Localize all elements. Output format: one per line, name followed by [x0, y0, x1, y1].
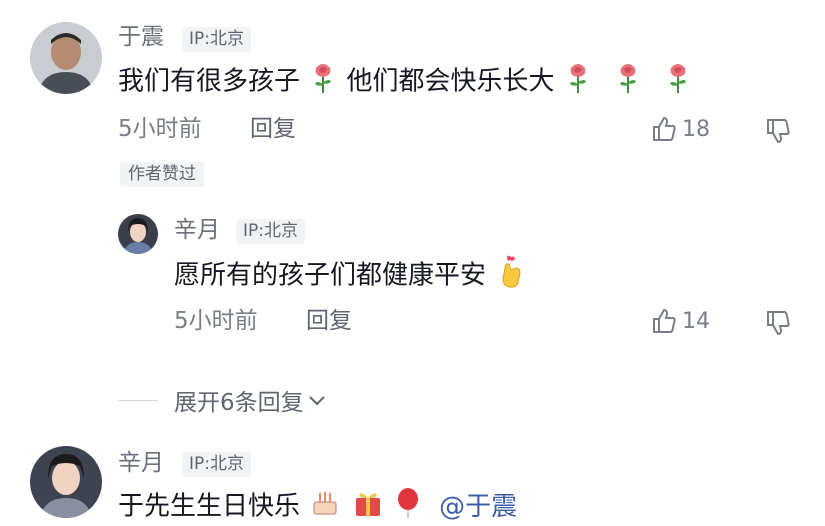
reply-text: 愿所有的孩子们都健康平安 — [174, 254, 528, 298]
reply-button[interactable]: 回复 — [250, 118, 296, 141]
divider-line — [118, 399, 158, 401]
ip-location-badge: IP:北京 — [182, 452, 251, 477]
ip-location-badge: IP:北京 — [236, 219, 305, 244]
reply-button[interactable]: 回复 — [306, 310, 352, 333]
like-button[interactable]: 18 — [650, 115, 710, 143]
thumbs-down-icon — [767, 311, 790, 336]
expand-replies-button[interactable]: 展开6条回复 — [118, 383, 328, 417]
comment-author-name[interactable]: 辛月 — [118, 452, 164, 475]
thumbs-up-icon — [653, 116, 676, 141]
reply-author-name[interactable]: 辛月 — [174, 219, 220, 242]
thumbs-up-icon — [653, 308, 676, 333]
rose-icon — [310, 62, 336, 102]
like-count: 18 — [682, 116, 710, 142]
author-liked-tag: 作者赞过 — [120, 162, 204, 187]
finger-heart-icon — [496, 254, 526, 298]
comment-text-part: 他们都会快乐长大 — [346, 66, 555, 97]
dislike-button[interactable] — [764, 117, 792, 149]
avatar-yu-zhen[interactable] — [30, 22, 102, 94]
comment-timestamp: 5小时前 — [118, 116, 202, 142]
dislike-button[interactable] — [764, 309, 792, 341]
comment-author-name[interactable]: 于震 — [118, 26, 164, 49]
avatar-xin-yue[interactable] — [30, 446, 102, 518]
balloon-icon — [395, 488, 421, 526]
avatar-xin-yue[interactable] — [118, 214, 158, 254]
rose-icon — [665, 62, 691, 102]
chevron-down-icon — [308, 396, 325, 406]
comment-text: 我们有很多孩子 他们都会快乐长大 — [118, 62, 693, 102]
reply-text-part: 愿所有的孩子们都健康平安 — [174, 260, 487, 291]
rose-icon — [615, 62, 641, 102]
gift-icon — [353, 488, 383, 526]
expand-replies-label: 展开6条回复 — [174, 390, 304, 416]
comment-text-part: 我们有很多孩子 — [118, 66, 301, 97]
like-button[interactable]: 14 — [650, 307, 710, 335]
cake-icon — [310, 488, 340, 526]
rose-icon — [565, 62, 591, 102]
ip-location-badge: IP:北京 — [182, 27, 251, 52]
like-count: 14 — [682, 308, 710, 334]
thumbs-down-icon — [767, 119, 790, 144]
reply-timestamp: 5小时前 — [174, 308, 258, 334]
comment-text: 于先生生日快乐 @于震 — [118, 488, 517, 526]
